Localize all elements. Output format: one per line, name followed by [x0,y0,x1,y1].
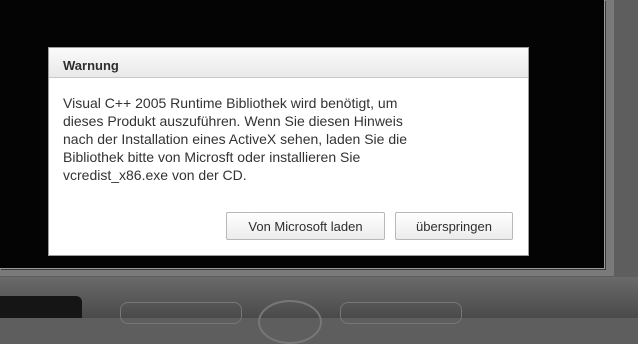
toolbar-control-left [120,302,242,324]
warning-dialog: Warnung Visual C++ 2005 Runtime Biblioth… [48,47,529,256]
toolbar-dial [258,300,322,344]
dialog-title: Warnung [63,58,119,73]
toolbar-control-right [340,302,462,324]
toolbar-tab [0,296,82,318]
skip-button[interactable]: überspringen [395,212,513,240]
dialog-header: Warnung [49,48,528,78]
dialog-message: Visual C++ 2005 Runtime Bibliothek wird … [63,95,408,183]
download-from-microsoft-button[interactable]: Von Microsoft laden [226,212,385,240]
